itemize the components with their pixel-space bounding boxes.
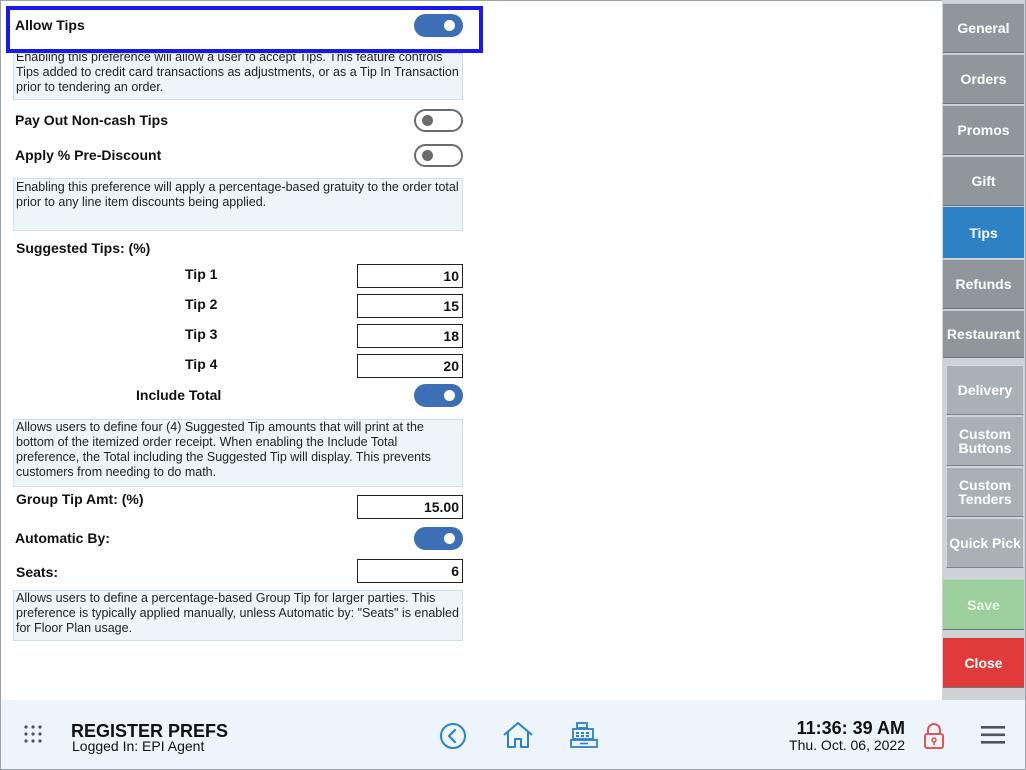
- logged-in-user: Logged In: EPI Agent: [72, 738, 205, 754]
- tab-restaurant[interactable]: Restaurant: [943, 310, 1024, 358]
- footer-bar: REGISTER PREFS Logged In: EPI Agent 11:3…: [1, 700, 1025, 769]
- tab-orders[interactable]: Orders: [943, 54, 1024, 104]
- tip-1-input[interactable]: 10: [357, 264, 463, 288]
- hamburger-menu-icon[interactable]: [981, 726, 1005, 749]
- toggle-knob: [422, 115, 433, 126]
- close-button[interactable]: Close: [943, 637, 1024, 688]
- suggested-tips-description: Allows users to define four (4) Suggeste…: [13, 419, 463, 487]
- lock-icon[interactable]: [923, 722, 945, 755]
- allow-tips-label: Allow Tips: [15, 17, 85, 33]
- seats-input[interactable]: 6: [357, 559, 463, 583]
- pay-out-noncash-toggle[interactable]: [414, 109, 463, 132]
- back-icon[interactable]: [439, 722, 467, 755]
- tab-general[interactable]: General: [943, 3, 1024, 53]
- apply-pre-discount-label: Apply % Pre-Discount: [15, 147, 162, 163]
- grid-menu-icon[interactable]: [23, 724, 43, 749]
- toggle-knob: [422, 150, 433, 161]
- tip-3-input[interactable]: 18: [357, 324, 463, 348]
- allow-tips-toggle[interactable]: [414, 14, 463, 37]
- clock-time: 11:36: 39 AM: [796, 718, 905, 738]
- tip-1-label: Tip 1: [185, 266, 218, 282]
- allow-tips-description-text: Enabling this preference will allow a us…: [16, 53, 459, 94]
- tab-promos[interactable]: Promos: [943, 105, 1024, 155]
- register-icon[interactable]: [569, 720, 599, 755]
- toggle-knob: [444, 390, 455, 401]
- tab-custom-buttons[interactable]: Custom Buttons: [946, 416, 1024, 466]
- allow-tips-description: Enabling this preference will allow a us…: [13, 53, 463, 100]
- group-tip-description: Allows users to define a percentage-base…: [13, 590, 463, 641]
- include-total-toggle[interactable]: [414, 384, 463, 407]
- seats-label: Seats:: [16, 564, 59, 580]
- tip-2-label: Tip 2: [185, 296, 218, 312]
- tip-3-label: Tip 3: [185, 326, 218, 342]
- tab-custom-tenders[interactable]: Custom Tenders: [946, 467, 1024, 517]
- save-button[interactable]: Save: [943, 579, 1024, 630]
- suggested-tips-heading: Suggested Tips: (%): [16, 240, 151, 256]
- tab-refunds[interactable]: Refunds: [943, 259, 1024, 309]
- automatic-by-label: Automatic By:: [15, 530, 110, 546]
- group-tip-amount-input[interactable]: 15.00: [357, 495, 463, 519]
- tab-gift[interactable]: Gift: [943, 156, 1024, 206]
- tip-4-input[interactable]: 20: [357, 354, 463, 378]
- tab-delivery[interactable]: Delivery: [946, 365, 1024, 415]
- apply-pre-discount-description: Enabling this preference will apply a pe…: [13, 178, 463, 231]
- apply-pre-discount-toggle[interactable]: [414, 144, 463, 167]
- automatic-by-toggle[interactable]: [414, 527, 463, 550]
- toggle-knob: [444, 20, 455, 31]
- toggle-knob: [444, 533, 455, 544]
- tip-4-label: Tip 4: [185, 356, 218, 372]
- tab-tips[interactable]: Tips: [943, 207, 1024, 258]
- include-total-label: Include Total: [136, 387, 222, 403]
- group-tip-amount-label: Group Tip Amt: (%): [16, 491, 144, 507]
- pay-out-noncash-label: Pay Out Non-cash Tips: [15, 112, 168, 128]
- tip-2-input[interactable]: 15: [357, 294, 463, 318]
- home-icon[interactable]: [502, 720, 534, 755]
- tab-quick-pick[interactable]: Quick Pick: [946, 518, 1024, 568]
- clock-date: Thu. Oct. 06, 2022: [789, 737, 905, 753]
